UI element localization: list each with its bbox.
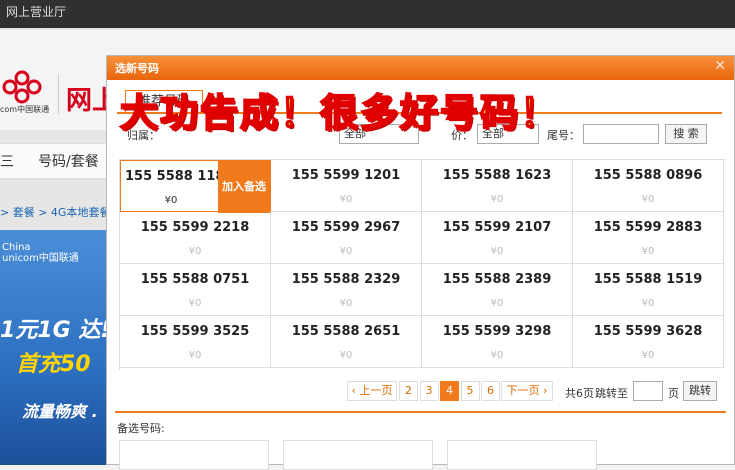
number-price: ¥0	[339, 246, 353, 257]
phone-number: 155 5588 0751	[140, 272, 250, 287]
page-number-button[interactable]: 4	[440, 381, 459, 401]
overlay-caption: 大功告成！很多好号码！	[119, 90, 561, 136]
number-price: ¥0	[490, 246, 504, 257]
breadcrumb[interactable]: > 套餐 > 4G本地套餐 >	[0, 204, 123, 220]
number-price: ¥0	[490, 194, 504, 205]
number-cell[interactable]: 155 5588 2329 ¥0	[271, 264, 422, 316]
number-cell[interactable]: 155 5599 3525 ¥0	[120, 316, 271, 368]
number-price: ¥0	[188, 246, 202, 257]
number-price: ¥0	[188, 350, 202, 361]
page-number-button[interactable]: 2	[399, 381, 418, 401]
phone-number: 155 5599 2218	[140, 220, 250, 235]
jump-button[interactable]: 跳转	[683, 381, 717, 401]
candidate-slot[interactable]	[283, 440, 433, 470]
number-price: ¥0	[339, 194, 353, 205]
next-page-button[interactable]: 下一页 ›	[501, 381, 553, 401]
close-icon[interactable]: ✕	[714, 58, 726, 74]
candidate-slot[interactable]	[119, 440, 269, 470]
number-cell[interactable]: 155 5588 2651 ¥0	[271, 316, 422, 368]
add-to-candidates-button[interactable]: 加入备选	[218, 161, 270, 213]
nav-item-menu[interactable]: 三	[0, 151, 14, 171]
tail-number-input[interactable]	[583, 124, 659, 144]
number-cell[interactable]: 155 5599 1201 ¥0	[271, 160, 422, 212]
page-number-button[interactable]: 5	[460, 381, 480, 401]
number-price: ¥0	[641, 298, 655, 309]
phone-number: 155 5588 0896	[593, 168, 703, 183]
phone-number: 155 5588 1519	[593, 272, 703, 287]
dialog-header: 选新号码 ✕	[107, 56, 734, 80]
number-price: ¥0	[339, 298, 353, 309]
number-price: ¥0	[490, 298, 504, 309]
section-divider	[115, 411, 726, 413]
total-pages: 共6页	[565, 387, 594, 400]
banner-line-1: 1元1G 达!	[0, 318, 111, 343]
number-cell[interactable]: 155 5599 2883 ¥0	[573, 212, 724, 264]
number-price: ¥0	[490, 350, 504, 361]
number-cell[interactable]: 155 5599 2218 ¥0	[120, 212, 271, 264]
app-title: 网上营业厅	[6, 5, 67, 19]
banner-logo: China unicom中国联通	[2, 242, 79, 264]
page-number-button[interactable]: 6	[481, 381, 500, 401]
phone-number: 155 5599 2107	[442, 220, 552, 235]
phone-number: 155 5588 1623	[442, 168, 552, 183]
number-price: ¥0	[641, 194, 655, 205]
phone-number: 155 5599 2883	[593, 220, 703, 235]
number-cell[interactable]: 155 5599 2107 ¥0	[422, 212, 573, 264]
candidates-label: 备选号码:	[117, 422, 165, 435]
banner-line-3: 流量畅爽 .	[22, 402, 98, 421]
number-grid: 155 5588 1187 ¥0 加入备选 155 5599 1201 ¥0 155 55…	[119, 159, 725, 370]
number-price: ¥0	[164, 195, 178, 206]
browser-title-bar: 网上营业厅	[0, 0, 735, 28]
number-cell[interactable]: 155 5588 2389 ¥0	[422, 264, 573, 316]
page-unit: 页	[668, 387, 679, 400]
phone-number: 155 5588 2651	[291, 324, 401, 339]
number-cell[interactable]: 155 5599 3628 ¥0	[573, 316, 724, 368]
phone-number: 155 5599 1201	[291, 168, 401, 183]
prev-page-button[interactable]: ‹ 上一页	[347, 381, 397, 401]
phone-number: 155 5599 2967	[291, 220, 401, 235]
jump-page-input[interactable]	[633, 381, 663, 401]
number-price: ¥0	[339, 350, 353, 361]
number-price: ¥0	[641, 246, 655, 257]
phone-number: 155 5588 2389	[442, 272, 552, 287]
dialog-title: 选新号码	[115, 62, 159, 75]
banner-line-2: 首充50	[16, 352, 91, 377]
header-divider	[58, 74, 59, 114]
number-price: ¥0	[641, 350, 655, 361]
phone-number: 155 5599 3628	[593, 324, 703, 339]
phone-number: 155 5599 3525	[140, 324, 250, 339]
number-cell[interactable]: 155 5588 1623 ¥0	[422, 160, 573, 212]
nav-item-numbers-plans[interactable]: 号码/套餐	[38, 151, 99, 171]
phone-number: 155 5599 3298	[442, 324, 552, 339]
candidate-slot[interactable]	[447, 440, 597, 470]
phone-number: 155 5588 2329	[291, 272, 401, 287]
search-button[interactable]: 搜 索	[665, 124, 707, 144]
number-cell[interactable]: 155 5588 1519 ¥0	[573, 264, 724, 316]
jump-label: 跳转至	[595, 387, 628, 400]
number-cell[interactable]: 155 5599 3298 ¥0	[422, 316, 573, 368]
brand-text: com中国联通	[0, 105, 50, 114]
number-cell[interactable]: 155 5588 0751 ¥0	[120, 264, 271, 316]
number-cell[interactable]: 155 5588 0896 ¥0	[573, 160, 724, 212]
number-cell[interactable]: 155 5588 1187 ¥0 加入备选	[120, 160, 271, 213]
number-cell[interactable]: 155 5599 2967 ¥0	[271, 212, 422, 264]
number-price: ¥0	[188, 298, 202, 309]
page-number-button[interactable]: 3	[419, 381, 439, 401]
